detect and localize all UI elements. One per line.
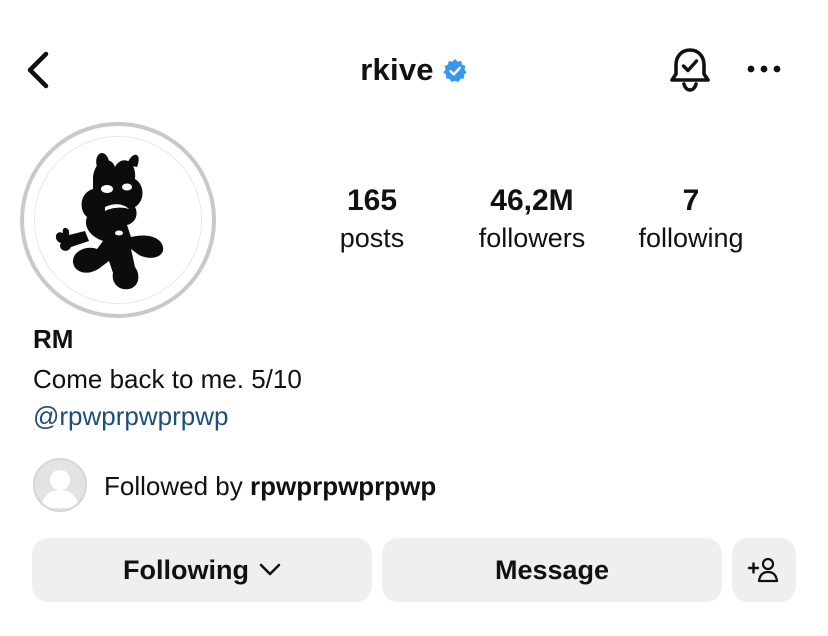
verified-badge-icon — [443, 59, 467, 82]
posts-label: posts — [339, 223, 405, 253]
message-button-label: Message — [494, 554, 610, 585]
more-options-button[interactable] — [744, 54, 784, 84]
followed-by-avatar[interactable] — [33, 458, 87, 512]
bio-text: Come back to me. 5/10 — [33, 364, 302, 394]
chevron-down-icon — [259, 563, 281, 576]
stat-followers[interactable]: 46,2M followers — [447, 182, 617, 256]
followed-by-prefix: Followed by — [104, 471, 243, 501]
notification-bell-check-icon — [670, 48, 710, 92]
followed-by-text[interactable]: Followed by rpwprpwprpwp — [104, 469, 436, 503]
message-button[interactable]: Message — [382, 538, 722, 602]
followed-by-user: rpwprpwprpwp — [249, 471, 437, 501]
following-label: following — [638, 223, 744, 253]
add-user-button[interactable] — [732, 538, 796, 602]
stat-following[interactable]: 7 following — [606, 182, 776, 256]
profile-picture — [35, 137, 201, 303]
stat-posts[interactable]: 165 posts — [287, 182, 457, 256]
notifications-button[interactable] — [664, 44, 716, 94]
following-count: 7 — [682, 184, 700, 217]
username-title: rkive — [360, 52, 434, 87]
avatar[interactable] — [34, 136, 202, 304]
bio-link[interactable]: @rpwprpwprpwp — [33, 399, 228, 433]
add-person-icon — [747, 557, 779, 583]
following-button[interactable]: Following — [32, 538, 372, 602]
default-avatar-icon — [41, 470, 79, 508]
followers-count: 46,2M — [490, 184, 574, 217]
display-name: RM — [33, 324, 74, 354]
posts-count: 165 — [346, 184, 398, 217]
more-horizontal-icon — [747, 65, 781, 73]
followers-label: followers — [478, 223, 586, 253]
following-button-label: Following — [123, 554, 249, 585]
